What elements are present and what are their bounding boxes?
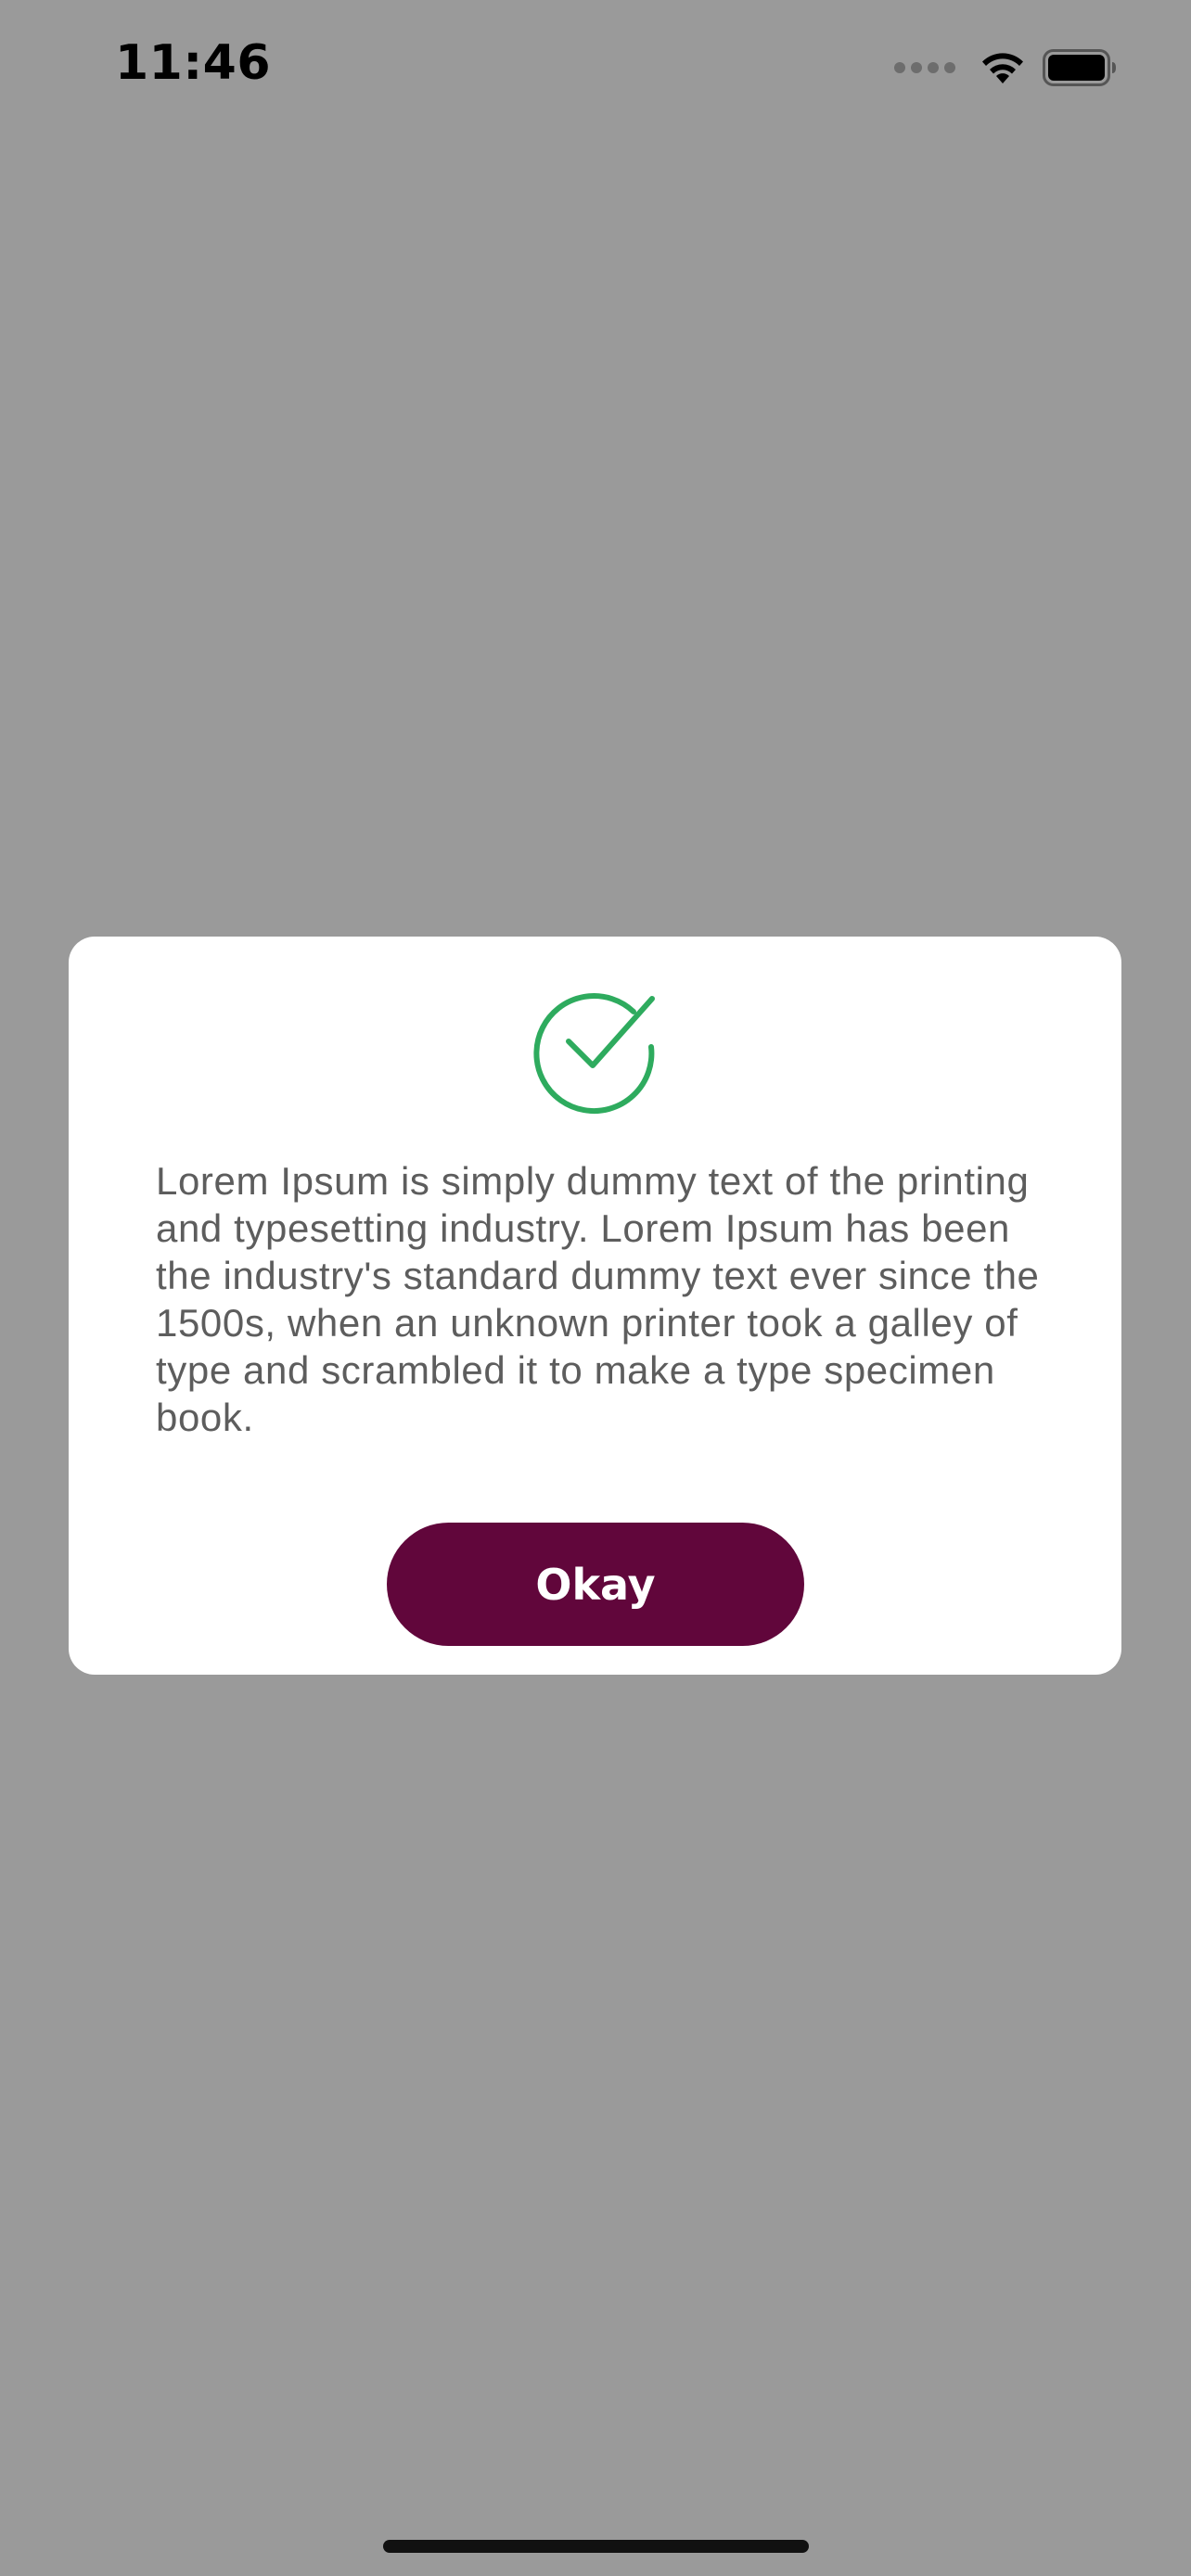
battery-icon xyxy=(1043,49,1116,86)
okay-button[interactable]: Okay xyxy=(387,1523,804,1646)
signal-dots-icon xyxy=(894,62,955,73)
status-time: 11:46 xyxy=(115,35,272,91)
home-indicator[interactable] xyxy=(383,2540,809,2553)
dialog-message: Lorem Ipsum is simply dummy text of the … xyxy=(156,1159,1040,1439)
status-bar: 11:46 xyxy=(0,0,1191,139)
wifi-icon xyxy=(982,53,1023,83)
status-icons xyxy=(894,46,1117,89)
check-circle-icon xyxy=(533,993,655,1115)
